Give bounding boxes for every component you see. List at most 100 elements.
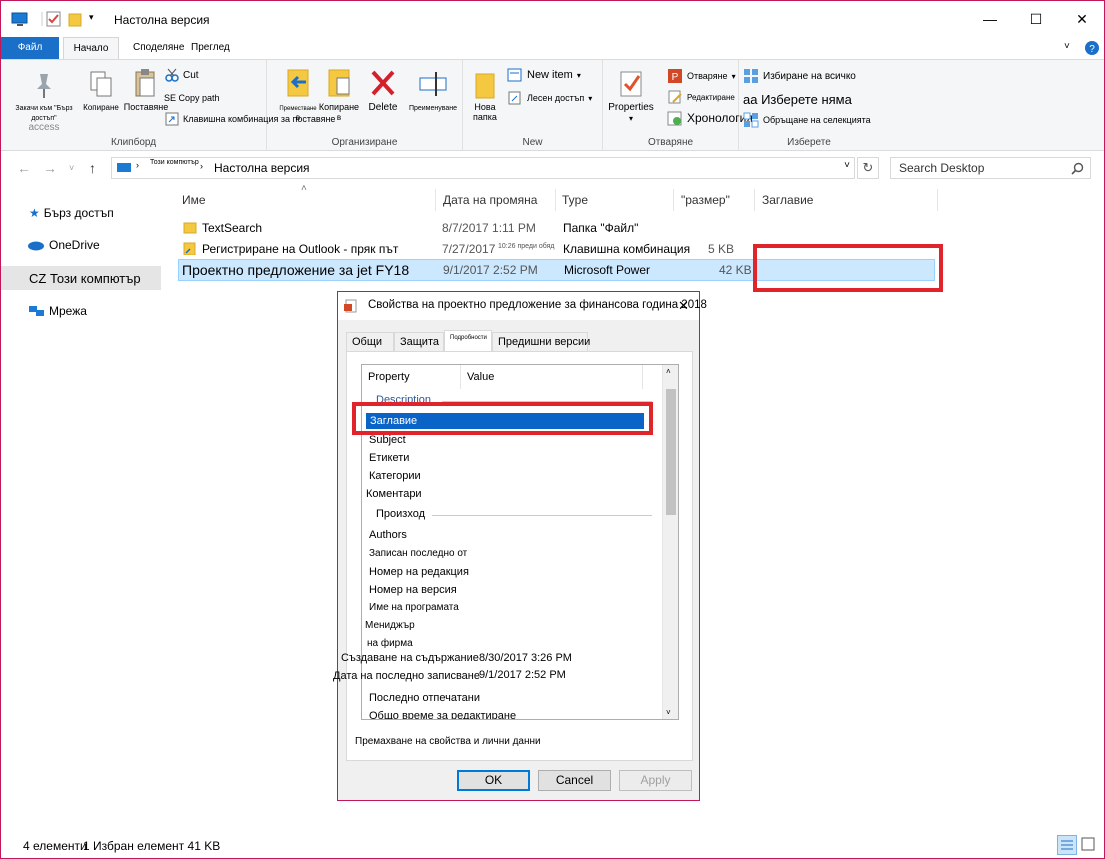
nav-network[interactable]: Мрежа [1, 299, 161, 323]
property-list-scrollbar[interactable]: ˄ ˅ [662, 365, 678, 719]
large-icons-view-button[interactable] [1079, 835, 1099, 855]
property-last-saved-by[interactable]: Записан последно от [369, 548, 467, 559]
address-bar[interactable]: › Този компютър › Настолна версия ˅ [111, 157, 855, 179]
new-folder-button[interactable]: Нова папка [467, 68, 503, 122]
ribbon: Закачи към "Бърз достъп" access Копиране… [1, 59, 1104, 151]
star-icon: ★ [29, 206, 40, 220]
nav-quick-access[interactable]: ★ Бърз достъп [1, 201, 161, 225]
select-all-button[interactable]: Избиране на всичко [743, 68, 856, 84]
property-tags[interactable]: Етикети [369, 452, 409, 464]
nav-onedrive[interactable]: OneDrive [1, 233, 161, 257]
move-to-icon [287, 69, 309, 97]
copy-path-button[interactable]: SE Copy path [164, 93, 220, 103]
back-arrow-icon[interactable]: ← [17, 160, 31, 176]
property-last-printed[interactable]: Последно отпечатани [369, 692, 480, 704]
pin-quick-access-button[interactable]: Закачи към "Бърз достъп" access [9, 70, 79, 133]
paste-button[interactable]: Поставяне [123, 68, 169, 112]
property-comments[interactable]: Коментари [366, 488, 422, 500]
property-date-last-saved[interactable]: Дата на последно записване [333, 670, 480, 682]
property-program-name[interactable]: Име на програмата [369, 602, 459, 613]
tab-file[interactable]: Файл [1, 37, 59, 59]
tab-home[interactable]: Начало [63, 37, 119, 59]
column-header-name[interactable]: Име [178, 189, 436, 211]
folder-icon [475, 73, 495, 99]
up-arrow-icon[interactable]: ↑ [89, 160, 96, 176]
forward-arrow-icon[interactable]: → [43, 160, 57, 176]
edit-pencil-icon [668, 90, 682, 104]
properties-check-icon[interactable] [46, 10, 62, 28]
address-bar-row: ← → ˅ ↑ › Този компютър › Настолна верси… [1, 153, 1104, 183]
ok-button[interactable]: OK [457, 770, 530, 791]
header-value[interactable]: Value [467, 371, 494, 383]
maximize-button[interactable]: ☐ [1013, 1, 1059, 37]
select-none-button[interactable]: аа Изберете няма [743, 92, 852, 107]
breadcrumb-current[interactable]: Настолна версия [214, 161, 310, 175]
remove-properties-link[interactable]: Премахване на свойства и лични данни [355, 736, 541, 747]
property-subject[interactable]: Subject [369, 434, 406, 446]
svg-text:P: P [672, 72, 679, 83]
new-item-icon [507, 68, 522, 82]
refresh-button[interactable]: ↻ [857, 157, 879, 179]
tab-security[interactable]: Защита [394, 332, 444, 352]
column-header-date[interactable]: Дата на промяна [437, 189, 556, 211]
tab-previous-versions[interactable]: Предишни версии [492, 332, 590, 352]
breadcrumb-root[interactable]: Този компютър [150, 159, 199, 166]
open-button[interactable]: P Отваряне ▾ [667, 68, 736, 84]
nav-this-pc[interactable]: CZ Този компютър [1, 266, 161, 290]
navigation-pane: ★ Бърз достъп OneDrive CZ Този компютър … [1, 187, 161, 827]
minimize-button[interactable]: — [967, 1, 1013, 37]
scroll-down-icon[interactable]: ˅ [666, 708, 671, 717]
header-property[interactable]: Property [368, 371, 410, 383]
tab-general[interactable]: Общи [346, 332, 394, 352]
address-dropdown-icon[interactable]: ˅ [844, 160, 850, 171]
tab-share[interactable]: Споделяне [133, 37, 184, 59]
property-version-number[interactable]: Номер на версия [369, 584, 457, 596]
property-categories[interactable]: Категории [369, 470, 421, 482]
property-manager[interactable]: Мениджър [365, 620, 415, 631]
dialog-close-button[interactable]: ✕ [678, 298, 689, 314]
column-header-size[interactable]: "размер" [675, 189, 755, 211]
help-icon[interactable]: ? [1084, 40, 1100, 56]
copy-to-button[interactable]: Копиране в [315, 68, 363, 122]
delete-button[interactable]: Delete [363, 68, 403, 113]
easy-access-dropdown-icon: ▾ [588, 93, 593, 103]
shortcut-icon [165, 112, 179, 126]
dialog-title: Свойства на проектно предложение за фина… [368, 299, 707, 311]
column-header-title[interactable]: Заглавие [756, 189, 938, 211]
property-revision-number[interactable]: Номер на редакция [369, 566, 469, 578]
property-content-created[interactable]: Създаване на съдържание [341, 652, 479, 664]
tab-view[interactable]: Преглед [191, 37, 230, 59]
property-company[interactable]: на фирма [367, 638, 413, 649]
properties-icon [620, 71, 642, 97]
scroll-up-icon[interactable]: ˄ [666, 367, 671, 376]
recent-locations-icon[interactable]: ˅ [69, 163, 74, 173]
column-header-type[interactable]: Type [557, 189, 674, 211]
cancel-button[interactable]: Cancel [538, 770, 611, 791]
property-authors[interactable]: Authors [369, 529, 407, 541]
select-group: Избиране на всичко аа Изберете няма Обръ… [739, 60, 879, 151]
close-button[interactable]: ✕ [1059, 1, 1104, 37]
properties-button[interactable]: Properties ▾ [607, 68, 655, 123]
collapse-ribbon-icon[interactable]: ˅ [1064, 41, 1070, 52]
scroll-thumb[interactable] [666, 389, 676, 515]
easy-access-button[interactable]: Лесен достъп ▾ [507, 91, 592, 105]
window-title: Настолна версия [114, 13, 210, 27]
tab-details[interactable]: Подробности [444, 330, 492, 352]
copy-button[interactable]: Копиране [81, 70, 121, 112]
easy-access-icon [508, 91, 521, 105]
cut-button[interactable]: Cut [165, 68, 199, 82]
details-view-button[interactable] [1057, 835, 1077, 855]
search-input[interactable]: Search Desktop [890, 157, 1091, 179]
new-folder-icon[interactable] [68, 10, 82, 28]
new-item-button[interactable]: New item ▾ [507, 68, 581, 82]
powerpoint-icon: P [668, 69, 682, 83]
clipboard-group: Закачи към "Бърз достъп" access Копиране… [1, 60, 335, 151]
file-row[interactable]: TextSearch 8/7/2017 1:11 PM Папка "Файл" [178, 218, 935, 238]
apply-button[interactable]: Apply [619, 770, 692, 791]
property-total-editing-time[interactable]: Общо време за редактиране [369, 710, 516, 719]
rename-button[interactable]: Преименуване [405, 68, 461, 112]
edit-button[interactable]: Редактиране [667, 89, 735, 105]
properties-dropdown-icon: ▾ [628, 114, 633, 123]
customize-quick-access-icon[interactable]: ▾ [89, 12, 94, 23]
invert-selection-button[interactable]: Обръщане на селекцията [743, 112, 871, 128]
